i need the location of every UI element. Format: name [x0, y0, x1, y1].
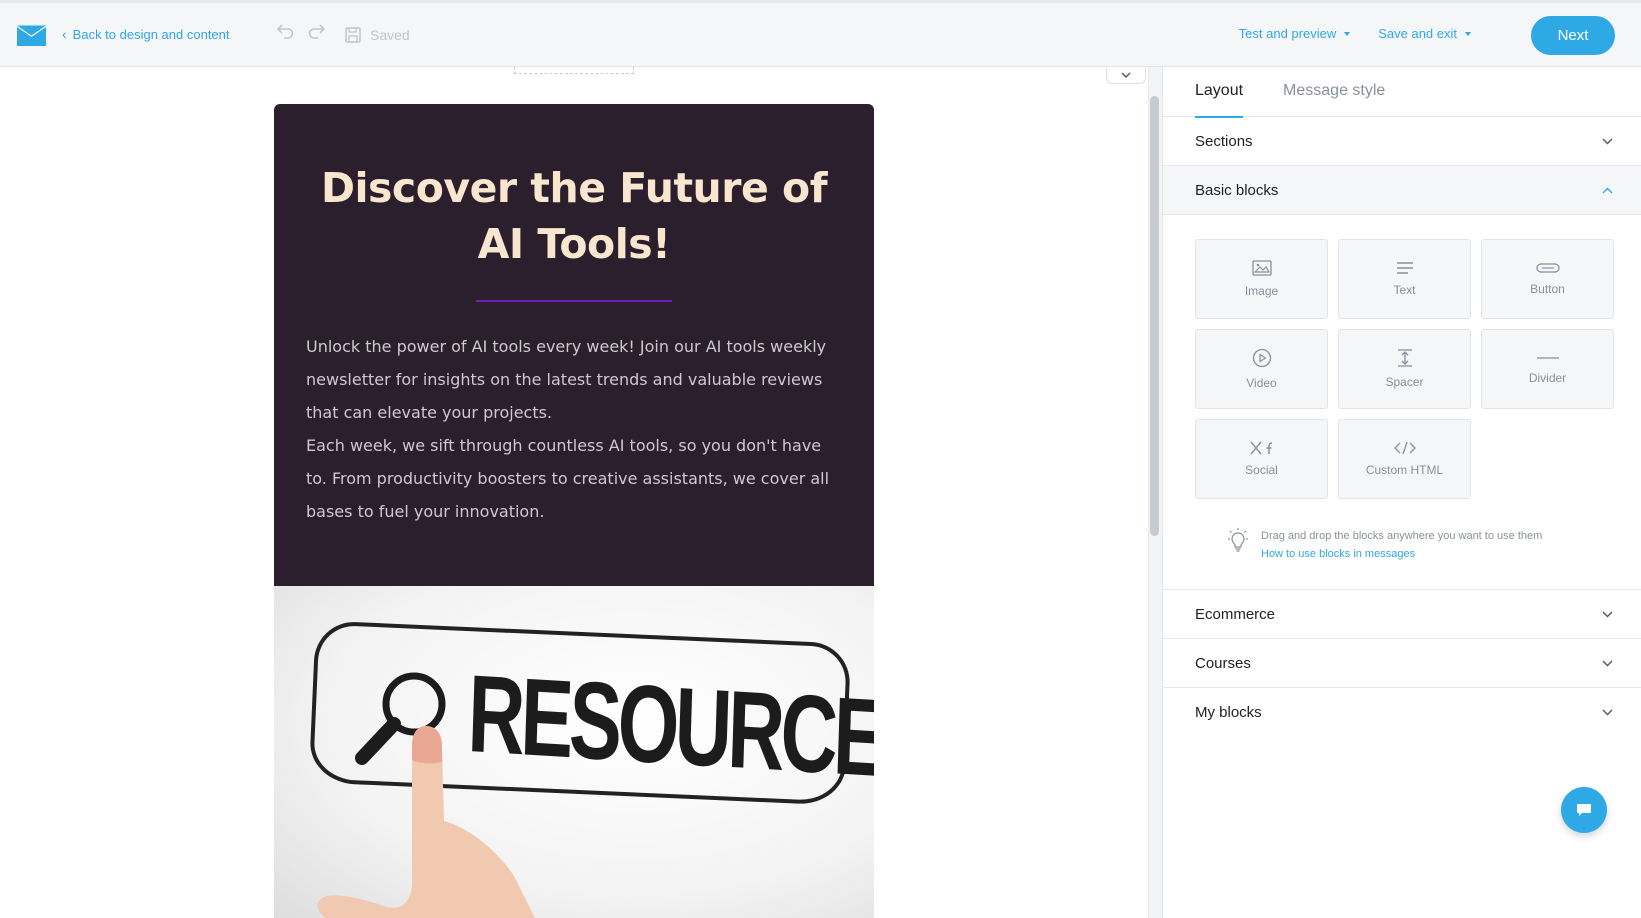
block-label: Button [1530, 282, 1565, 296]
basic-blocks-content: Image Text Button Video Spacer Divider S… [1163, 215, 1641, 590]
my-blocks-label: My blocks [1195, 704, 1262, 721]
hero-section[interactable]: Discover the Future of AI Tools! Unlock … [274, 104, 874, 586]
save-status: Saved [345, 27, 410, 43]
block-label: Divider [1528, 371, 1567, 385]
chat-bubble-icon [1577, 804, 1591, 816]
lightbulb-icon [1228, 528, 1248, 552]
test-and-preview-dropdown[interactable]: Test and preview [1239, 26, 1351, 41]
chevron-down-icon [1602, 138, 1613, 144]
block-text[interactable]: Text [1338, 239, 1471, 319]
next-button[interactable]: Next [1531, 16, 1615, 55]
sections-accordion[interactable]: Sections [1163, 117, 1641, 166]
text-icon [1396, 262, 1413, 274]
courses-label: Courses [1195, 654, 1251, 672]
email-headline[interactable]: Discover the Future of AI Tools! [306, 160, 842, 272]
chevron-left-icon: ‹ [62, 26, 67, 42]
redo-icon[interactable] [308, 23, 326, 39]
save-disk-icon [345, 27, 361, 43]
block-label: Spacer [1385, 375, 1424, 389]
top-actions: Test and preview Save and exit [1239, 26, 1471, 41]
block-label: Custom HTML [1365, 463, 1444, 477]
chevron-down-icon [1602, 660, 1613, 666]
logo-envelope-icon[interactable] [16, 25, 47, 47]
chat-support-button[interactable] [1561, 787, 1607, 833]
blocks-hint: Drag and drop the blocks anywhere you wa… [1227, 527, 1614, 563]
undo-icon[interactable] [276, 23, 294, 39]
back-link-label: Back to design and content [72, 26, 230, 42]
tab-layout[interactable]: Layout [1195, 67, 1244, 118]
divider-icon [1536, 357, 1559, 359]
collapse-toggle[interactable] [1106, 67, 1146, 84]
chevron-up-icon [1602, 187, 1613, 193]
block-label: Social [1245, 463, 1278, 477]
blocks-panel: Layout Message style Sections Basic bloc… [1162, 67, 1641, 918]
video-icon [1252, 348, 1271, 368]
caret-down-icon [1344, 31, 1351, 36]
email-body-paragraph-2[interactable]: Each week, we sift through countless AI … [306, 429, 842, 528]
top-bar: ‹ Back to design and content Saved Test … [0, 0, 1641, 67]
save-and-exit-dropdown[interactable]: Save and exit [1378, 26, 1471, 41]
email-body-paragraph-1[interactable]: Unlock the power of AI tools every week!… [306, 330, 842, 429]
email-image-block[interactable]: RESOURCES [274, 586, 874, 918]
panel-tabs: Layout Message style [1163, 67, 1641, 118]
caret-down-icon [1465, 31, 1471, 36]
chevron-down-icon [1602, 709, 1613, 716]
sections-label: Sections [1195, 132, 1253, 150]
block-divider[interactable]: Divider [1481, 329, 1614, 409]
block-social[interactable]: Social [1195, 419, 1328, 499]
image-icon [1251, 260, 1272, 276]
block-custom-html[interactable]: Custom HTML [1338, 419, 1471, 499]
my-blocks-accordion[interactable]: My blocks [1163, 688, 1641, 737]
saved-label: Saved [370, 27, 410, 43]
block-image[interactable]: Image [1195, 239, 1328, 319]
pointing-hand-graphic [317, 726, 535, 918]
ecommerce-label: Ecommerce [1195, 605, 1276, 623]
how-to-use-blocks-link[interactable]: How to use blocks in messages [1261, 545, 1542, 563]
email-message: Discover the Future of AI Tools! Unlock … [274, 104, 874, 918]
headline-divider [476, 300, 672, 302]
block-spacer[interactable]: Spacer [1338, 329, 1471, 409]
code-icon [1393, 441, 1416, 455]
chevron-down-icon [1602, 611, 1613, 617]
block-label: Video [1246, 376, 1277, 390]
courses-accordion[interactable]: Courses [1163, 639, 1641, 688]
hint-description: Drag and drop the blocks anywhere you wa… [1261, 530, 1543, 542]
button-icon [1535, 263, 1560, 273]
tab-message-style[interactable]: Message style [1283, 67, 1385, 117]
hint-text-block: Drag and drop the blocks anywhere you wa… [1261, 527, 1542, 563]
canvas-scrollbar-thumb[interactable] [1150, 96, 1159, 536]
blocks-grid: Image Text Button Video Spacer Divider S… [1195, 239, 1614, 499]
history-controls [276, 23, 326, 39]
basic-blocks-accordion[interactable]: Basic blocks [1163, 166, 1641, 215]
ecommerce-accordion[interactable]: Ecommerce [1163, 590, 1641, 639]
spacer-icon [1397, 349, 1412, 367]
drop-zone-indicator [514, 67, 634, 74]
email-canvas: Discover the Future of AI Tools! Unlock … [0, 67, 1148, 918]
chevron-down-icon [1121, 72, 1131, 78]
back-to-design-link[interactable]: ‹ Back to design and content [62, 26, 230, 42]
block-label: Text [1393, 283, 1416, 297]
save-exit-label: Save and exit [1378, 26, 1457, 41]
block-button[interactable]: Button [1481, 239, 1614, 319]
social-icon [1249, 441, 1272, 455]
block-video[interactable]: Video [1195, 329, 1328, 409]
block-label: Image [1244, 284, 1279, 298]
test-preview-label: Test and preview [1238, 26, 1337, 41]
basic-blocks-label: Basic blocks [1195, 181, 1279, 199]
